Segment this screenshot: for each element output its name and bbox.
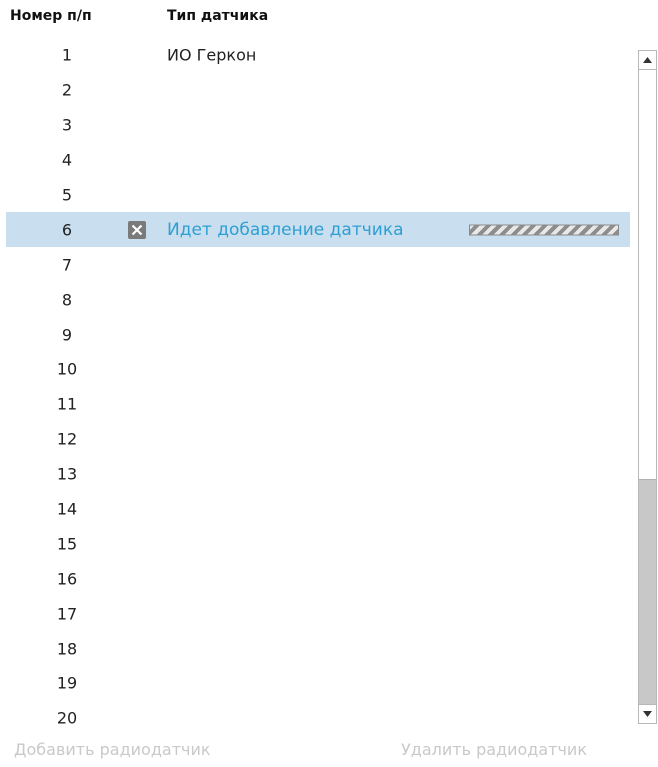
row-number: 1 xyxy=(61,45,73,65)
row-number: 10 xyxy=(56,359,78,379)
close-icon[interactable] xyxy=(128,220,146,239)
row-number: 4 xyxy=(61,150,73,170)
scrollbar-thumb[interactable] xyxy=(639,70,656,480)
table-row[interactable]: 4 xyxy=(0,143,632,178)
row-number: 18 xyxy=(56,639,78,659)
table-body: 1 ИО Геркон 2 3 4 5 6 Идет добавление да… xyxy=(0,38,632,736)
table-row[interactable]: 12 xyxy=(0,422,632,457)
row-number: 2 xyxy=(61,80,73,100)
row-number: 8 xyxy=(61,290,73,310)
row-number: 5 xyxy=(61,185,73,205)
row-sensor-type: Идет добавление датчика xyxy=(167,219,404,240)
table-row[interactable]: 19 xyxy=(0,666,632,701)
row-number: 20 xyxy=(56,708,78,728)
row-number: 9 xyxy=(61,325,73,345)
arrow-down-icon[interactable] xyxy=(639,704,656,723)
scrollbar-track[interactable] xyxy=(639,70,656,705)
table-row[interactable]: 14 xyxy=(0,492,632,527)
row-number: 11 xyxy=(56,394,78,414)
progress-bar xyxy=(469,224,619,236)
table-row[interactable]: 3 xyxy=(0,108,632,143)
table-row[interactable]: 7 xyxy=(0,247,632,282)
table-row[interactable]: 2 xyxy=(0,73,632,108)
column-header-type: Тип датчика xyxy=(167,8,269,24)
row-number: 3 xyxy=(61,115,73,135)
table-row[interactable]: 5 xyxy=(0,178,632,213)
row-number: 12 xyxy=(56,429,78,449)
table-row[interactable]: 11 xyxy=(0,387,632,422)
table-row[interactable]: 16 xyxy=(0,561,632,596)
row-number: 7 xyxy=(61,255,73,275)
row-sensor-type: ИО Геркон xyxy=(167,45,257,65)
delete-sensor-button[interactable]: Удалить радиодатчик xyxy=(401,740,587,759)
row-number: 15 xyxy=(56,534,78,554)
row-number: 17 xyxy=(56,604,78,624)
vertical-scrollbar[interactable] xyxy=(638,50,657,724)
table-row[interactable]: 10 xyxy=(0,352,632,387)
row-number: 19 xyxy=(56,673,78,693)
table-row[interactable]: 9 xyxy=(0,317,632,352)
table-row[interactable]: 1 ИО Геркон xyxy=(0,38,632,73)
add-sensor-button[interactable]: Добавить радиодатчик xyxy=(14,740,211,759)
table-row[interactable]: 13 xyxy=(0,457,632,492)
column-header-number: Номер п/п xyxy=(10,8,92,24)
arrow-up-icon[interactable] xyxy=(639,51,656,70)
table-row[interactable]: 17 xyxy=(0,596,632,631)
table-row[interactable]: 20 xyxy=(0,701,632,736)
table-row-selected[interactable]: 6 Идет добавление датчика xyxy=(6,212,630,248)
scrollbar-track-remaining[interactable] xyxy=(639,480,656,705)
row-number: 6 xyxy=(61,220,73,240)
table-row[interactable]: 15 xyxy=(0,526,632,561)
row-number: 13 xyxy=(56,464,78,484)
row-number: 14 xyxy=(56,499,78,519)
table-row[interactable]: 18 xyxy=(0,631,632,666)
row-number: 16 xyxy=(56,569,78,589)
table-row[interactable]: 8 xyxy=(0,282,632,317)
